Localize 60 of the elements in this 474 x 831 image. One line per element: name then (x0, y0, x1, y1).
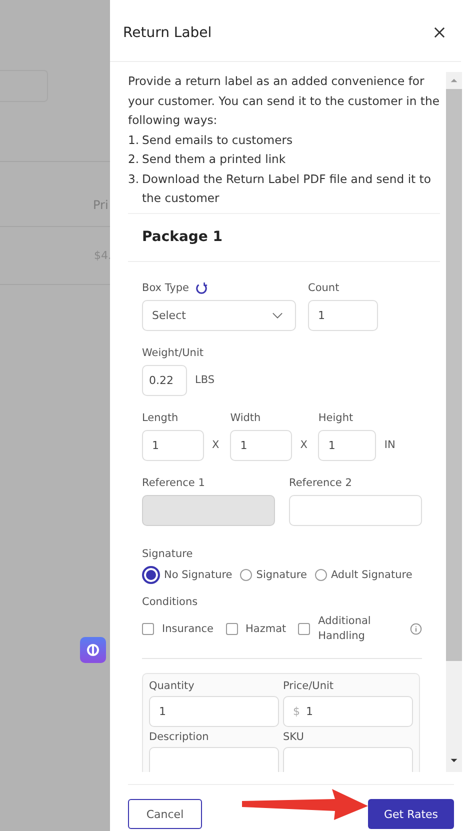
close-icon[interactable] (434, 27, 445, 38)
radio-label: No Signature (164, 568, 232, 580)
box-type-dropdown[interactable]: Select (142, 300, 296, 330)
field-label: Length (142, 412, 180, 424)
step-text: Send them a printed link (142, 151, 287, 168)
checkbox[interactable] (298, 622, 310, 634)
field-label: Description (149, 730, 210, 742)
step-number: 2. (128, 151, 140, 168)
reference-field[interactable] (289, 494, 422, 526)
field-label: Quantity (149, 680, 196, 692)
checkbox-label: Insurance (162, 622, 214, 634)
field-label: SKU (283, 730, 305, 742)
checkbox[interactable] (226, 622, 238, 634)
field-label: Reference 2 (289, 476, 353, 488)
radio-button[interactable] (314, 568, 327, 580)
dimension-field[interactable]: 1 (142, 430, 204, 460)
scroll-down-icon[interactable] (450, 758, 458, 763)
checkbox-label: Additional Handling (318, 614, 372, 644)
chevron-down-icon (272, 312, 283, 318)
step-text: Download the Return Label PDF file and send it to the customer (142, 170, 432, 207)
field-label: Conditions (142, 596, 198, 608)
separator-label: X (300, 439, 308, 451)
step-text: Send emails to customers (142, 132, 294, 148)
radio-button[interactable] (240, 568, 252, 580)
field-label: Price/Unit (283, 680, 335, 692)
field-label: Signature (142, 548, 193, 560)
radio-label: Signature (256, 568, 307, 580)
dimension-field[interactable]: 1 (318, 430, 376, 460)
refresh-icon[interactable] (194, 282, 208, 294)
field-label: Count (308, 282, 340, 294)
field-label: Height (318, 412, 354, 424)
cancel-button[interactable]: Cancel (128, 799, 202, 829)
field-label: Box Type (142, 282, 189, 294)
sku-field[interactable] (283, 746, 413, 772)
intro-text: Provide a return label as an added convenience for your customer. You can send it to the customer in the following ways: (128, 73, 440, 129)
scroll-up-icon[interactable] (450, 78, 458, 83)
description-field[interactable] (149, 746, 279, 772)
separator-label: X (212, 439, 220, 451)
count-field[interactable]: 1 (308, 300, 378, 330)
info-icon[interactable] (410, 622, 422, 634)
step-number: 1. (128, 132, 140, 148)
drawer-title: Return Label (123, 24, 212, 40)
checkbox-label: Hazmat (246, 622, 286, 634)
field-label: Width (230, 412, 262, 424)
package-title: Package 1 (142, 228, 223, 244)
dimension-field[interactable]: 1 (230, 430, 292, 460)
radio-label: Adult Signature (330, 568, 412, 580)
checkbox[interactable] (142, 622, 154, 634)
app-logo-icon[interactable] (80, 637, 106, 663)
get-rates-button[interactable]: Get Rates (368, 799, 454, 829)
weight-field[interactable]: 0.22 (142, 364, 187, 396)
step-number: 3. (128, 170, 140, 188)
field-label: Weight/Unit (142, 346, 204, 358)
radio-button[interactable] (142, 566, 160, 584)
field-label: Reference 1 (142, 476, 206, 488)
price-field[interactable]: $ 1 (283, 696, 413, 726)
unit-label: LBS (195, 374, 215, 386)
separator-label: IN (384, 439, 396, 451)
scrollbar[interactable] (446, 72, 462, 772)
quantity-field[interactable]: 1 (149, 696, 279, 726)
